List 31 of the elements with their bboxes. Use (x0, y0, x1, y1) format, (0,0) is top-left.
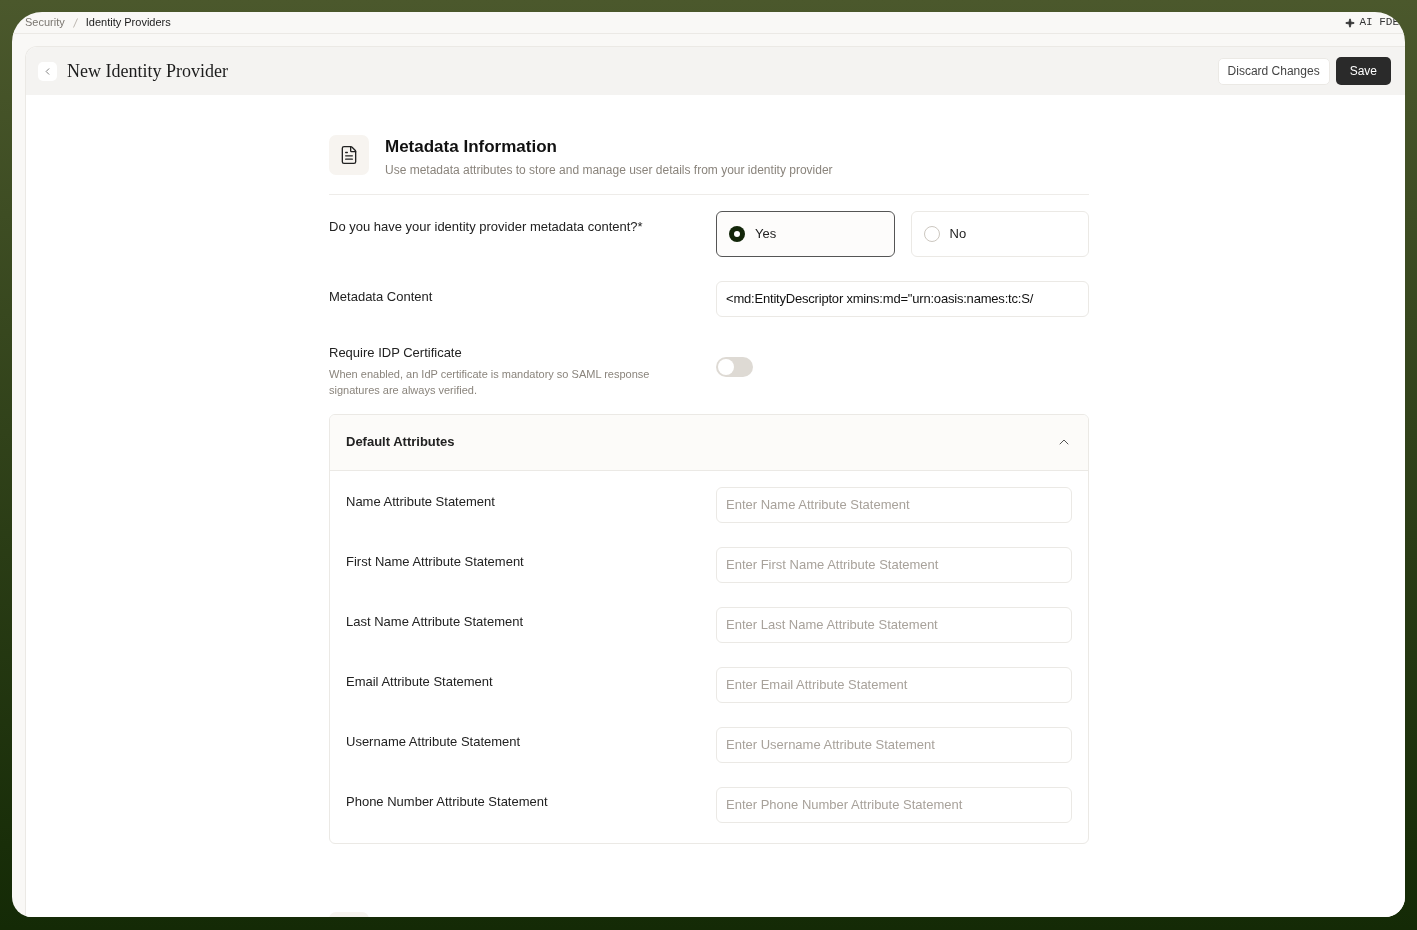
radio-option[interactable]: No (910, 211, 1089, 257)
text-field[interactable]: Enter First Name Attribute Statement (716, 546, 1072, 583)
page-title: New Identity Provider (67, 59, 228, 83)
toggle-switch[interactable] (716, 357, 753, 377)
field-label: Last Name Attribute Statement (346, 613, 524, 629)
breadcrumb-separator-icon (72, 17, 78, 28)
document-icon (339, 145, 359, 165)
accordion-header[interactable]: Default Attributes (330, 414, 1088, 471)
section-title: Metadata Information (385, 136, 558, 158)
field-description: When enabled, an IdP certificate is mandatory so SAML response signatures are always verified. (329, 366, 651, 398)
text-field[interactable]: Enter Email Attribute Statement (716, 666, 1072, 703)
field-label: First Name Attribute Statement (346, 553, 524, 569)
back-button[interactable] (38, 61, 57, 81)
field-label: Do you have your identity provider metadata content?* (329, 219, 643, 234)
radio-option[interactable]: Yes (716, 211, 895, 257)
field-label: Phone Number Attribute Statement (346, 793, 548, 809)
text-field[interactable]: Enter Username Attribute Statement (716, 726, 1072, 763)
text-field[interactable]: Enter Name Attribute Statement (716, 486, 1072, 523)
field-label: Email Attribute Statement (346, 673, 493, 689)
field-label: Name Attribute Statement (346, 493, 495, 509)
field-label: Require IDP Certificate (329, 344, 463, 362)
breadcrumb-link[interactable]: Security (25, 14, 65, 31)
text-field[interactable]: Enter Phone Number Attribute Statement (716, 786, 1072, 823)
discard-button[interactable]: Discard Changes (1217, 57, 1330, 85)
metadata-content-field[interactable]: <md:EntityDescriptor xmins:md="urn:oasis:names:tc:S/ (716, 281, 1089, 317)
text-field[interactable]: Enter Last Name Attribute Statement (716, 606, 1072, 643)
section-description: Use metadata attributes to store and manage user details from your identity provider (385, 162, 833, 179)
field-label: Metadata Content (329, 289, 433, 304)
field-label: Username Attribute Statement (346, 733, 521, 749)
save-button[interactable]: Save (1335, 57, 1391, 85)
breadcrumb-link[interactable]: Identity Providers (85, 14, 171, 31)
